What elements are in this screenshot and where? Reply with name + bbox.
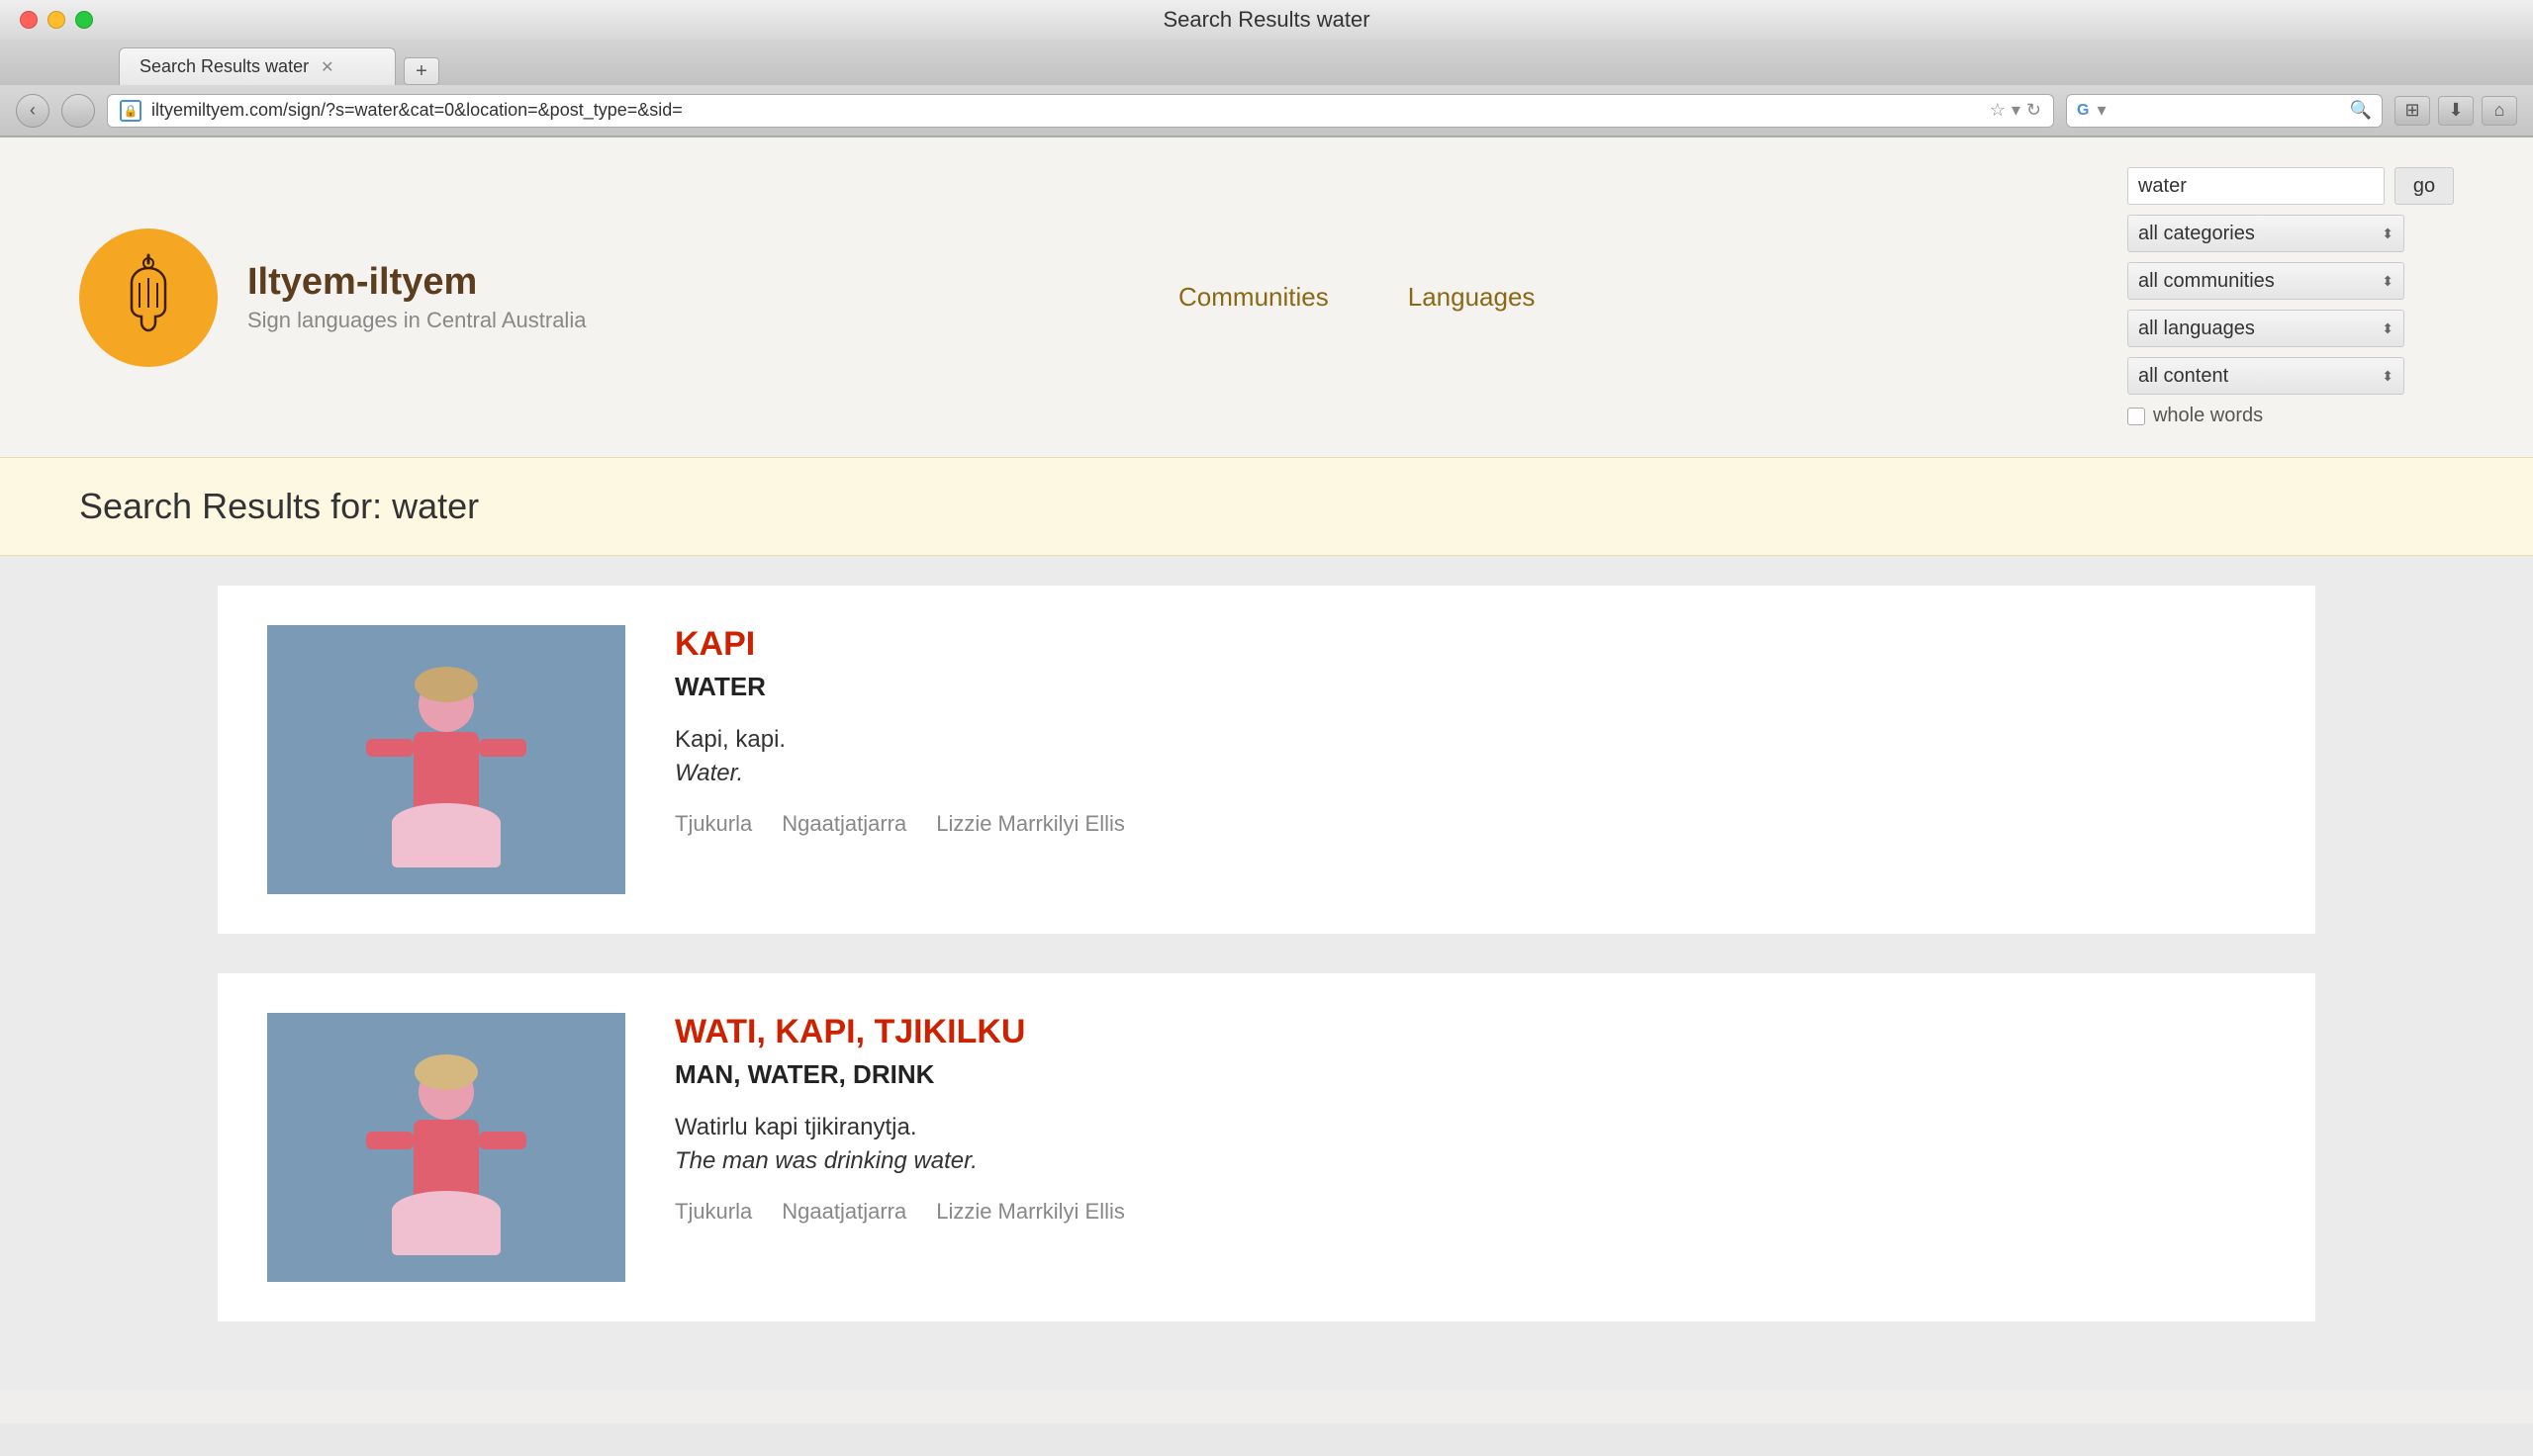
result-community-1: Tjukurla [675,811,752,837]
languages-nav-link[interactable]: Languages [1408,282,1536,313]
address-bar[interactable]: 🔒 iltyemiltyem.com/sign/?s=water&cat=0&l… [107,94,2054,128]
reload-icon[interactable]: ↻ [2026,100,2041,121]
url-text: iltyemiltyem.com/sign/?s=water&cat=0&loc… [151,100,1980,121]
active-tab[interactable]: Search Results water ✕ [119,47,396,85]
result-translation-2: The man was drinking water. [675,1147,2266,1175]
result-english-2: MAN, WATER, DRINK [675,1059,2266,1090]
result-language-1: Ngaatjatjarra [782,811,906,837]
forward-button[interactable]: › [61,94,95,128]
maximize-button[interactable] [75,11,93,29]
tab-bar: Search Results water ✕ + [0,40,2533,85]
download-button[interactable]: ⬇ [2438,96,2474,126]
result-content-1: KAPI WATER Kapi, kapi. Water. Tjukurla N… [675,625,2266,837]
result-item-2: WATI, KAPI, TJIKILKU MAN, WATER, DRINK W… [218,973,2315,1321]
close-button[interactable] [20,11,38,29]
result-meta-2: Tjukurla Ngaatjatjarra Lizzie Marrkilyi … [675,1199,2266,1225]
content-arrow-icon: ⬍ [2382,368,2393,385]
categories-filter[interactable]: all categories ⬍ [2127,215,2404,252]
result-english-1: WATER [675,672,2266,702]
results-banner: Search Results for: water [0,457,2533,556]
result-item: KAPI WATER Kapi, kapi. Water. Tjukurla N… [218,586,2315,934]
navigation-bar: ‹ › 🔒 iltyemiltyem.com/sign/?s=water&cat… [0,85,2533,136]
back-icon: ‹ [30,100,36,121]
communities-filter[interactable]: all communities ⬍ [2127,262,2404,300]
tab-close-icon[interactable]: ✕ [321,57,333,77]
go-button[interactable]: go [2394,167,2454,205]
whole-words-checkbox[interactable] [2127,408,2145,425]
languages-filter[interactable]: all languages ⬍ [2127,310,2404,347]
result-native-1: Kapi, kapi. [675,726,2266,754]
communities-nav-link[interactable]: Communities [1178,282,1329,313]
home-button[interactable]: ⌂ [2482,96,2517,126]
security-icon: 🔒 [120,100,141,122]
bookmark-icon[interactable]: ☆ [1990,100,2006,121]
site-container: Iltyem-iltyem Sign languages in Central … [0,137,2533,1423]
result-title-2[interactable]: WATI, KAPI, TJIKILKU [675,1013,2266,1051]
languages-filter-label: all languages [2138,318,2255,340]
communities-arrow-icon: ⬍ [2382,273,2393,290]
search-input[interactable] [2127,167,2385,205]
bookmark-down-icon[interactable]: ▾ [2012,100,2020,121]
result-community-2: Tjukurla [675,1199,752,1225]
back-button[interactable]: ‹ [16,94,49,128]
result-language-2: Ngaatjatjarra [782,1199,906,1225]
forward-icon: › [75,100,81,121]
wati-video-thumbnail [267,1013,625,1282]
communities-filter-label: all communities [2138,270,2275,293]
browser-search-bar[interactable]: G ▾ 🔍 [2066,94,2383,128]
logo-area: Iltyem-iltyem Sign languages in Central … [79,228,586,367]
site-name: Iltyem-iltyem [247,261,586,304]
site-tagline: Sign languages in Central Australia [247,308,586,333]
logo-hand-icon [104,253,193,342]
search-icon[interactable]: 🔍 [2350,100,2372,121]
results-heading: Search Results for: water [79,486,2454,527]
window-title: Search Results water [1163,7,1369,33]
categories-arrow-icon: ⬍ [2382,226,2393,242]
tab-label: Search Results water [140,56,309,77]
extensions-button[interactable]: ⊞ [2394,96,2430,126]
result-person-1: Lizzie Marrkilyi Ellis [936,811,1125,837]
results-area: KAPI WATER Kapi, kapi. Water. Tjukurla N… [0,556,2533,1391]
result-title-1[interactable]: KAPI [675,625,2266,664]
site-logo[interactable] [79,228,218,367]
kapi-video-thumbnail [267,625,625,894]
result-translation-1: Water. [675,760,2266,787]
result-native-2: Watirlu kapi tjikiranytja. [675,1114,2266,1141]
content-filter[interactable]: all content ⬍ [2127,357,2404,395]
search-dropdown-icon[interactable]: ▾ [2097,100,2106,121]
new-tab-button[interactable]: + [404,57,439,85]
result-thumbnail-1[interactable] [267,625,625,894]
languages-arrow-icon: ⬍ [2382,320,2393,337]
result-thumbnail-2[interactable] [267,1013,625,1282]
content-filter-label: all content [2138,365,2228,388]
search-area: go all categories ⬍ all communities ⬍ al… [2127,167,2454,427]
whole-words-label: whole words [2153,405,2263,427]
categories-filter-label: all categories [2138,223,2255,245]
result-person-2: Lizzie Marrkilyi Ellis [936,1199,1125,1225]
minimize-button[interactable] [47,11,65,29]
main-navigation: Communities Languages [1178,282,1535,313]
result-meta-1: Tjukurla Ngaatjatjarra Lizzie Marrkilyi … [675,811,2266,837]
result-content-2: WATI, KAPI, TJIKILKU MAN, WATER, DRINK W… [675,1013,2266,1225]
search-engine-icon: G [2077,102,2089,120]
title-bar: Search Results water [0,0,2533,40]
site-header: Iltyem-iltyem Sign languages in Central … [0,137,2533,457]
